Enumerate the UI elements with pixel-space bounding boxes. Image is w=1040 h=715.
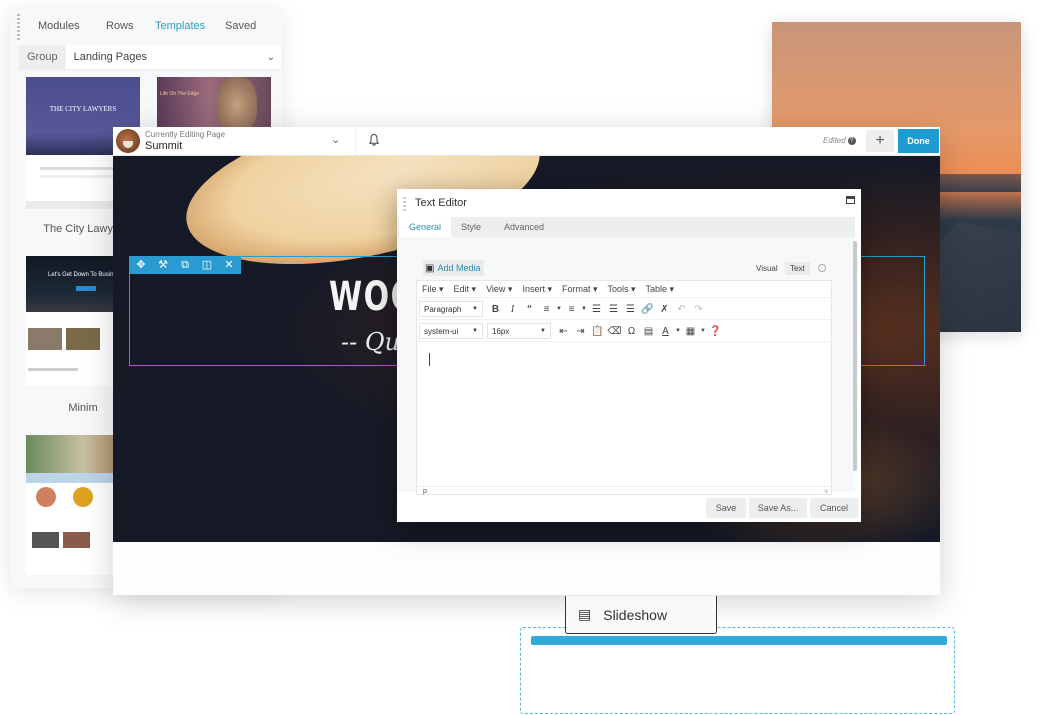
outdent-icon[interactable]: ⇤ bbox=[555, 326, 572, 337]
menu-file[interactable]: File ▾ bbox=[422, 284, 444, 295]
add-content-button[interactable]: + bbox=[866, 130, 894, 152]
unlink-icon[interactable]: ✗ bbox=[656, 304, 673, 315]
clear-formatting-icon[interactable]: ⌫ bbox=[606, 326, 623, 337]
help-icon: ? bbox=[847, 136, 856, 145]
group-value: Landing Pages bbox=[73, 51, 147, 63]
menu-edit[interactable]: Edit ▾ bbox=[454, 284, 477, 295]
element-path[interactable]: p bbox=[423, 488, 427, 495]
tab-saved[interactable]: Saved bbox=[225, 20, 256, 32]
page-title[interactable]: Summit bbox=[145, 140, 182, 152]
group-label: Group bbox=[19, 45, 66, 69]
text-tab[interactable]: Text bbox=[785, 262, 810, 275]
align-center-icon[interactable]: ☰ bbox=[605, 304, 622, 315]
blockquote-icon[interactable]: “ bbox=[521, 304, 538, 315]
redo-icon[interactable]: ↷ bbox=[690, 304, 707, 315]
done-button[interactable]: Done bbox=[898, 129, 939, 153]
duplicate-icon[interactable]: ⧉ bbox=[177, 256, 193, 274]
caret-down-icon[interactable]: ▼ bbox=[555, 306, 563, 312]
special-character-icon[interactable]: Ω bbox=[623, 326, 640, 337]
tab-rows[interactable]: Rows bbox=[106, 20, 134, 32]
editor-content-area[interactable] bbox=[417, 343, 831, 485]
rich-text-editor: File ▾ Edit ▾ View ▾ Insert ▾ Format ▾ T… bbox=[416, 280, 832, 495]
modal-drag-handle[interactable] bbox=[403, 197, 406, 213]
resize-handle-icon[interactable]: ⇲ bbox=[823, 488, 828, 497]
dragged-module-slideshow[interactable]: ▤ Slideshow bbox=[565, 596, 717, 634]
save-button[interactable]: Save bbox=[706, 498, 746, 518]
menu-view[interactable]: View ▾ bbox=[486, 284, 512, 295]
editor-toolbar-2: system-ui ▼ 16px ▼ ⇤ ⇥ 📋 ⌫ Ω ▤ A ▼ ▦ ▼ ❓ bbox=[417, 321, 831, 342]
tab-templates[interactable]: Templates bbox=[155, 20, 205, 32]
table-icon[interactable]: ▦ bbox=[682, 326, 699, 337]
editor-toolbar-1: Paragraph ▼ B I “ ≡ ▼ ≡ ▼ ☰ ☰ ☰ 🔗 ✗ ↶ ↷ bbox=[417, 299, 831, 320]
wrench-icon[interactable]: ⚒ bbox=[155, 256, 171, 274]
text-cursor bbox=[429, 353, 430, 366]
paste-text-icon[interactable]: 📋 bbox=[589, 326, 606, 337]
menu-insert[interactable]: Insert ▾ bbox=[522, 284, 552, 295]
modal-scrollbar[interactable] bbox=[853, 241, 857, 471]
drop-indicator bbox=[531, 636, 947, 645]
thumb-hero-text: THE CITY LAWYERS bbox=[49, 105, 117, 113]
row-toolbar: ✥ ⚒ ⧉ ◫ ✕ bbox=[129, 256, 241, 274]
move-icon[interactable]: ✥ bbox=[133, 256, 149, 274]
template-thumb-edge[interactable]: Life On The Edge bbox=[157, 77, 271, 133]
tab-style[interactable]: Style bbox=[451, 217, 491, 237]
caret-down-icon: ▼ bbox=[472, 328, 478, 334]
help-icon[interactable]: ❓ bbox=[707, 326, 724, 337]
page-footer-area bbox=[113, 542, 940, 595]
modal-tabs: General Style Advanced bbox=[397, 217, 855, 237]
tab-advanced[interactable]: Advanced bbox=[494, 217, 554, 237]
menu-format[interactable]: Format ▾ bbox=[562, 284, 598, 295]
chevron-down-icon: ⌄ bbox=[266, 51, 276, 63]
add-media-button[interactable]: ▣ Add Media bbox=[423, 260, 485, 276]
text-color-icon[interactable]: A bbox=[657, 326, 674, 337]
slideshow-icon: ▤ bbox=[578, 606, 592, 622]
save-as-button[interactable]: Save As... bbox=[749, 498, 807, 518]
font-family-select[interactable]: system-ui ▼ bbox=[419, 323, 483, 339]
cancel-button[interactable]: Cancel bbox=[810, 498, 858, 518]
drop-zone[interactable] bbox=[520, 627, 955, 714]
close-icon[interactable]: ✕ bbox=[221, 256, 237, 274]
numbered-list-icon[interactable]: ≡ bbox=[563, 304, 580, 315]
columns-icon[interactable]: ◫ bbox=[199, 256, 215, 274]
align-left-icon[interactable]: ☰ bbox=[588, 304, 605, 315]
settings-icon[interactable] bbox=[818, 264, 826, 272]
menu-table[interactable]: Table ▾ bbox=[646, 284, 675, 295]
edited-status[interactable]: Edited? bbox=[823, 136, 856, 145]
maximize-icon[interactable] bbox=[846, 196, 855, 204]
beaver-logo-icon bbox=[116, 129, 140, 153]
editing-subtitle: Currently Editing Page bbox=[145, 130, 226, 139]
bullet-list-icon[interactable]: ≡ bbox=[538, 304, 555, 315]
editor-menubar: File ▾ Edit ▾ View ▾ Insert ▾ Format ▾ T… bbox=[417, 281, 831, 298]
chevron-down-icon[interactable]: ⌄ bbox=[331, 133, 340, 146]
tab-modules[interactable]: Modules bbox=[38, 20, 80, 32]
link-icon[interactable]: 🔗 bbox=[639, 304, 656, 315]
panel-drag-handle[interactable] bbox=[17, 14, 20, 42]
caret-down-icon[interactable]: ▼ bbox=[580, 306, 588, 312]
italic-icon[interactable]: I bbox=[504, 304, 521, 315]
builder-topbar: Currently Editing Page Summit ⌄ Edited? … bbox=[113, 127, 940, 156]
caret-down-icon: ▼ bbox=[540, 328, 546, 334]
undo-icon[interactable]: ↶ bbox=[673, 304, 690, 315]
caret-down-icon[interactable]: ▼ bbox=[699, 328, 707, 334]
tab-general[interactable]: General bbox=[399, 217, 452, 237]
align-right-icon[interactable]: ☰ bbox=[622, 304, 639, 315]
indent-icon[interactable]: ⇥ bbox=[572, 326, 589, 337]
block-format-select[interactable]: Paragraph ▼ bbox=[419, 301, 483, 317]
font-size-select[interactable]: 16px ▼ bbox=[487, 323, 551, 339]
bell-icon[interactable] bbox=[367, 133, 381, 147]
text-editor-modal: Text Editor General Style Advanced ▣ Add… bbox=[397, 189, 861, 522]
caret-down-icon: ▼ bbox=[472, 306, 478, 312]
module-label: Slideshow bbox=[603, 606, 668, 623]
editor-status-bar: p ⇲ bbox=[417, 486, 831, 496]
menu-tools[interactable]: Tools ▾ bbox=[608, 284, 636, 295]
modal-title: Text Editor bbox=[415, 197, 467, 209]
horizontal-rule-icon[interactable]: ▤ bbox=[640, 326, 657, 337]
visual-tab[interactable]: Visual bbox=[751, 262, 783, 275]
bold-icon[interactable]: B bbox=[487, 304, 504, 315]
caret-down-icon[interactable]: ▼ bbox=[674, 328, 682, 334]
media-icon: ▣ bbox=[425, 262, 435, 274]
group-select[interactable]: Group Landing Pages ⌄ bbox=[19, 45, 281, 69]
